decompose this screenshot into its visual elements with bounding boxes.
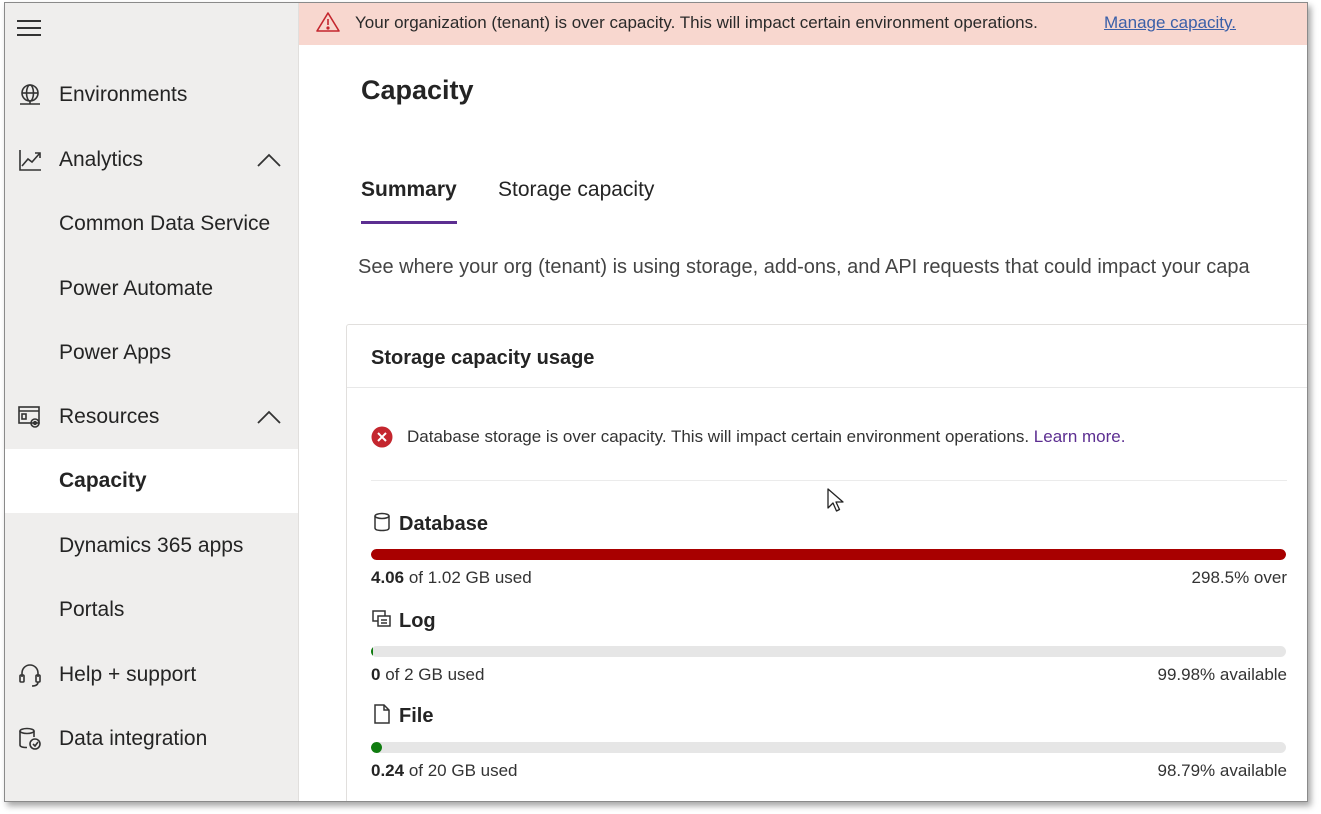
sidebar-item-capacity[interactable]: Capacity <box>5 449 298 513</box>
database-used-text: 4.06 of 1.02 GB used <box>371 568 532 587</box>
sidebar-item-portals[interactable]: Portals <box>5 578 298 642</box>
file-usage-bar <box>371 742 1286 753</box>
card-header: Storage capacity usage <box>347 325 1307 388</box>
sidebar-item-label: Environments <box>59 83 188 106</box>
file-title: File <box>371 703 433 728</box>
globe-icon <box>20 84 40 105</box>
banner-text: Your organization (tenant) is over capac… <box>355 13 1038 32</box>
database-icon <box>374 512 390 532</box>
database-status: 298.5% over <box>1191 568 1287 587</box>
chevron-up-icon[interactable] <box>255 409 283 425</box>
log-title: Log <box>371 608 436 633</box>
app-window: Environments Analytics Common Data Servi… <box>4 2 1308 802</box>
active-tab-indicator <box>361 221 457 224</box>
tab-storage-capacity[interactable]: Storage capacity <box>498 178 654 202</box>
error-text: Database storage is over capacity. This … <box>407 427 1030 446</box>
sidebar-item-power-automate[interactable]: Power Automate <box>5 257 298 321</box>
sidebar-item-data-integration[interactable]: Data integration <box>5 707 298 771</box>
sidebar-item-label: Power Apps <box>59 341 172 364</box>
sidebar-item-environments[interactable]: Environments <box>5 63 298 127</box>
sidebar-item-power-apps[interactable]: Power Apps <box>5 321 298 385</box>
sidebar-item-label: Analytics <box>59 148 144 171</box>
learn-more-link[interactable]: Learn more. <box>1034 427 1126 446</box>
log-icon <box>372 610 391 627</box>
sidebar-item-label: Power Automate <box>59 277 214 300</box>
card-title: Storage capacity usage <box>371 347 595 369</box>
file-used-text: 0.24 of 20 GB used <box>371 761 518 780</box>
log-used-text: 0 of 2 GB used <box>371 665 485 684</box>
sidebar-item-label: Help + support <box>59 663 197 686</box>
database-usage-fill <box>371 549 1286 560</box>
sidebar: Environments Analytics Common Data Servi… <box>5 3 299 801</box>
manage-capacity-link[interactable]: Manage capacity. <box>1104 13 1236 33</box>
storage-capacity-card: Storage capacity usage Database storage … <box>346 324 1307 801</box>
hamburger-icon[interactable] <box>17 20 41 38</box>
sidebar-item-common-data-service[interactable]: Common Data Service <box>5 192 298 256</box>
sidebar-item-dynamics-365-apps[interactable]: Dynamics 365 apps <box>5 514 298 578</box>
data-integration-icon <box>19 727 41 750</box>
divider <box>371 480 1287 481</box>
sidebar-item-analytics[interactable]: Analytics <box>5 128 298 192</box>
chart-icon <box>19 150 41 171</box>
warning-icon <box>316 12 340 32</box>
file-usage-fill <box>371 742 382 753</box>
sidebar-item-label: Capacity <box>59 469 147 492</box>
log-status: 99.98% available <box>1157 665 1287 684</box>
sidebar-item-resources[interactable]: Resources <box>5 385 298 449</box>
over-capacity-banner: Your organization (tenant) is over capac… <box>299 3 1307 45</box>
file-icon <box>374 704 390 724</box>
database-usage-bar <box>371 549 1286 560</box>
chevron-up-icon[interactable] <box>255 152 283 168</box>
log-usage-bar <box>371 646 1286 657</box>
sidebar-item-label: Resources <box>59 405 160 428</box>
sidebar-item-help-support[interactable]: Help + support <box>5 643 298 707</box>
main-content: Your organization (tenant) is over capac… <box>299 3 1307 801</box>
resources-icon <box>18 406 40 428</box>
error-circle-icon <box>371 426 393 448</box>
sidebar-item-label: Data integration <box>59 727 208 750</box>
page-description: See where your org (tenant) is using sto… <box>358 256 1250 278</box>
tab-summary[interactable]: Summary <box>361 178 457 202</box>
database-title: Database <box>371 511 488 536</box>
sidebar-item-label: Common Data Service <box>59 212 271 235</box>
mouse-cursor-icon <box>827 488 844 512</box>
file-status: 98.79% available <box>1157 761 1287 780</box>
log-usage-fill <box>371 646 373 657</box>
page-title: Capacity <box>361 75 474 105</box>
sidebar-item-label: Portals <box>59 598 125 621</box>
headset-icon <box>19 664 41 687</box>
sidebar-item-label: Dynamics 365 apps <box>59 534 244 557</box>
